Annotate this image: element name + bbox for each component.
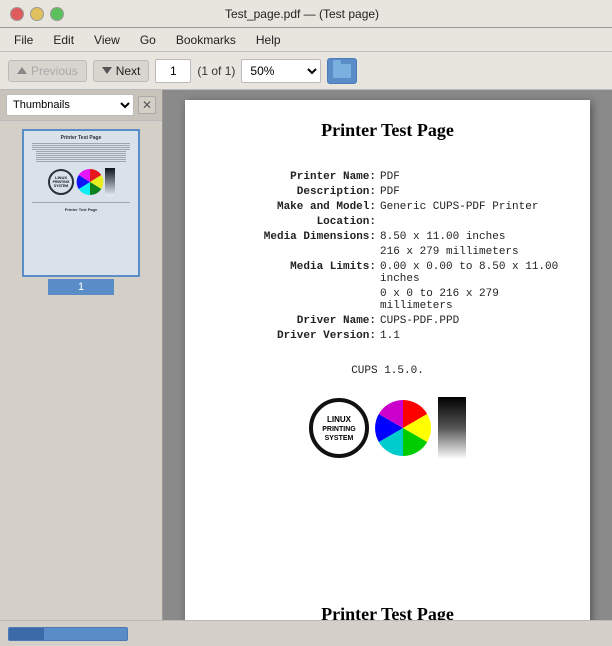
menu-help[interactable]: Help — [248, 31, 289, 49]
pdf-page: Printer Test Page Printer Name: PDF Desc… — [185, 100, 590, 620]
table-row: Driver Version: 1.1 — [215, 330, 560, 342]
previous-button[interactable]: Previous — [8, 60, 87, 82]
value-driver-name: CUPS-PDF.PPD — [380, 315, 560, 327]
table-row: Location: — [215, 216, 560, 228]
thumbnail-frame[interactable]: Printer Test Page — [22, 129, 140, 277]
value-media-limits: 0.00 x 0.00 to 8.50 x 11.00 inches — [380, 261, 560, 285]
maximize-button[interactable] — [50, 7, 64, 21]
logo-area: LINUX PRINTING SYSTEM — [308, 397, 468, 459]
value-printer-name: PDF — [380, 171, 560, 183]
table-row: 0 x 0 to 216 x 279 millimeters — [215, 288, 560, 312]
label-driver-name: Driver Name: — [215, 315, 380, 327]
zoom-select[interactable]: 50% 75% 100% 125% 150% — [241, 59, 321, 83]
lps-logo: LINUX PRINTING SYSTEM — [308, 397, 370, 459]
cups-version: CUPS 1.5.0. — [351, 365, 424, 377]
sidebar-close-button[interactable]: ✕ — [138, 96, 156, 114]
value-make-model: Generic CUPS-PDF Printer — [380, 201, 560, 213]
window-title: Test_page.pdf — (Test page) — [64, 7, 540, 21]
label-make-model: Make and Model: — [215, 201, 380, 213]
status-bar — [0, 620, 612, 646]
thumbnail-item[interactable]: Printer Test Page — [8, 129, 154, 295]
svg-text:LINUX: LINUX — [327, 415, 352, 424]
value-media-dim-mm: 216 x 279 millimeters — [380, 246, 560, 258]
menu-view[interactable]: View — [86, 31, 128, 49]
color-wheel — [372, 397, 434, 459]
table-row: Driver Name: CUPS-PDF.PPD — [215, 315, 560, 327]
page-number-input[interactable] — [155, 59, 191, 83]
previous-arrow-icon — [17, 67, 27, 74]
value-driver-version: 1.1 — [380, 330, 560, 342]
label-media-dim-mm — [215, 246, 380, 258]
menu-file[interactable]: File — [6, 31, 41, 49]
pdf-footer-title: Printer Test Page — [321, 584, 454, 620]
table-row: Media Dimensions: 8.50 x 11.00 inches — [215, 231, 560, 243]
pdf-info-table: Printer Name: PDF Description: PDF Make … — [215, 171, 560, 345]
thumbnail-area[interactable]: Printer Test Page — [0, 121, 162, 620]
table-row: Make and Model: Generic CUPS-PDF Printer — [215, 201, 560, 213]
menu-bar: File Edit View Go Bookmarks Help — [0, 28, 612, 52]
value-location — [380, 216, 560, 228]
close-button[interactable] — [10, 7, 24, 21]
pdf-main-title: Printer Test Page — [321, 120, 454, 141]
svg-text:PRINTING: PRINTING — [322, 426, 356, 433]
status-progress-bar — [8, 627, 128, 641]
table-row: 216 x 279 millimeters — [215, 246, 560, 258]
label-printer-name: Printer Name: — [215, 171, 380, 183]
label-media-limits-mm — [215, 288, 380, 312]
next-arrow-icon — [102, 67, 112, 74]
value-media-limits-mm: 0 x 0 to 216 x 279 millimeters — [380, 288, 560, 312]
grayscale-bar — [436, 397, 468, 459]
label-location: Location: — [215, 216, 380, 228]
sidebar-header: Thumbnails Bookmarks ✕ — [0, 90, 162, 121]
label-media-limits: Media Limits: — [215, 261, 380, 285]
table-row: Printer Name: PDF — [215, 171, 560, 183]
pdf-viewer[interactable]: Printer Test Page Printer Name: PDF Desc… — [163, 90, 612, 620]
title-bar: Test_page.pdf — (Test page) — [0, 0, 612, 28]
sidebar: Thumbnails Bookmarks ✕ Printer Test Page — [0, 90, 163, 620]
thumbnail-page-number: 1 — [48, 279, 114, 295]
status-progress-fill — [9, 628, 44, 640]
value-description: PDF — [380, 186, 560, 198]
value-media-dim: 8.50 x 11.00 inches — [380, 231, 560, 243]
folder-icon — [333, 64, 351, 78]
label-driver-version: Driver Version: — [215, 330, 380, 342]
menu-bookmarks[interactable]: Bookmarks — [168, 31, 244, 49]
page-info-label: (1 of 1) — [197, 64, 235, 78]
label-media-dim: Media Dimensions: — [215, 231, 380, 243]
folder-button[interactable] — [327, 58, 357, 84]
main-area: Thumbnails Bookmarks ✕ Printer Test Page — [0, 90, 612, 620]
label-description: Description: — [215, 186, 380, 198]
table-row: Description: PDF — [215, 186, 560, 198]
menu-edit[interactable]: Edit — [45, 31, 82, 49]
minimize-button[interactable] — [30, 7, 44, 21]
sidebar-view-select[interactable]: Thumbnails Bookmarks — [6, 94, 134, 116]
next-button[interactable]: Next — [93, 60, 150, 82]
window-controls[interactable] — [10, 7, 64, 21]
svg-text:SYSTEM: SYSTEM — [324, 435, 353, 442]
toolbar: Previous Next (1 of 1) 50% 75% 100% 125%… — [0, 52, 612, 90]
menu-go[interactable]: Go — [132, 31, 164, 49]
table-row: Media Limits: 0.00 x 0.00 to 8.50 x 11.0… — [215, 261, 560, 285]
